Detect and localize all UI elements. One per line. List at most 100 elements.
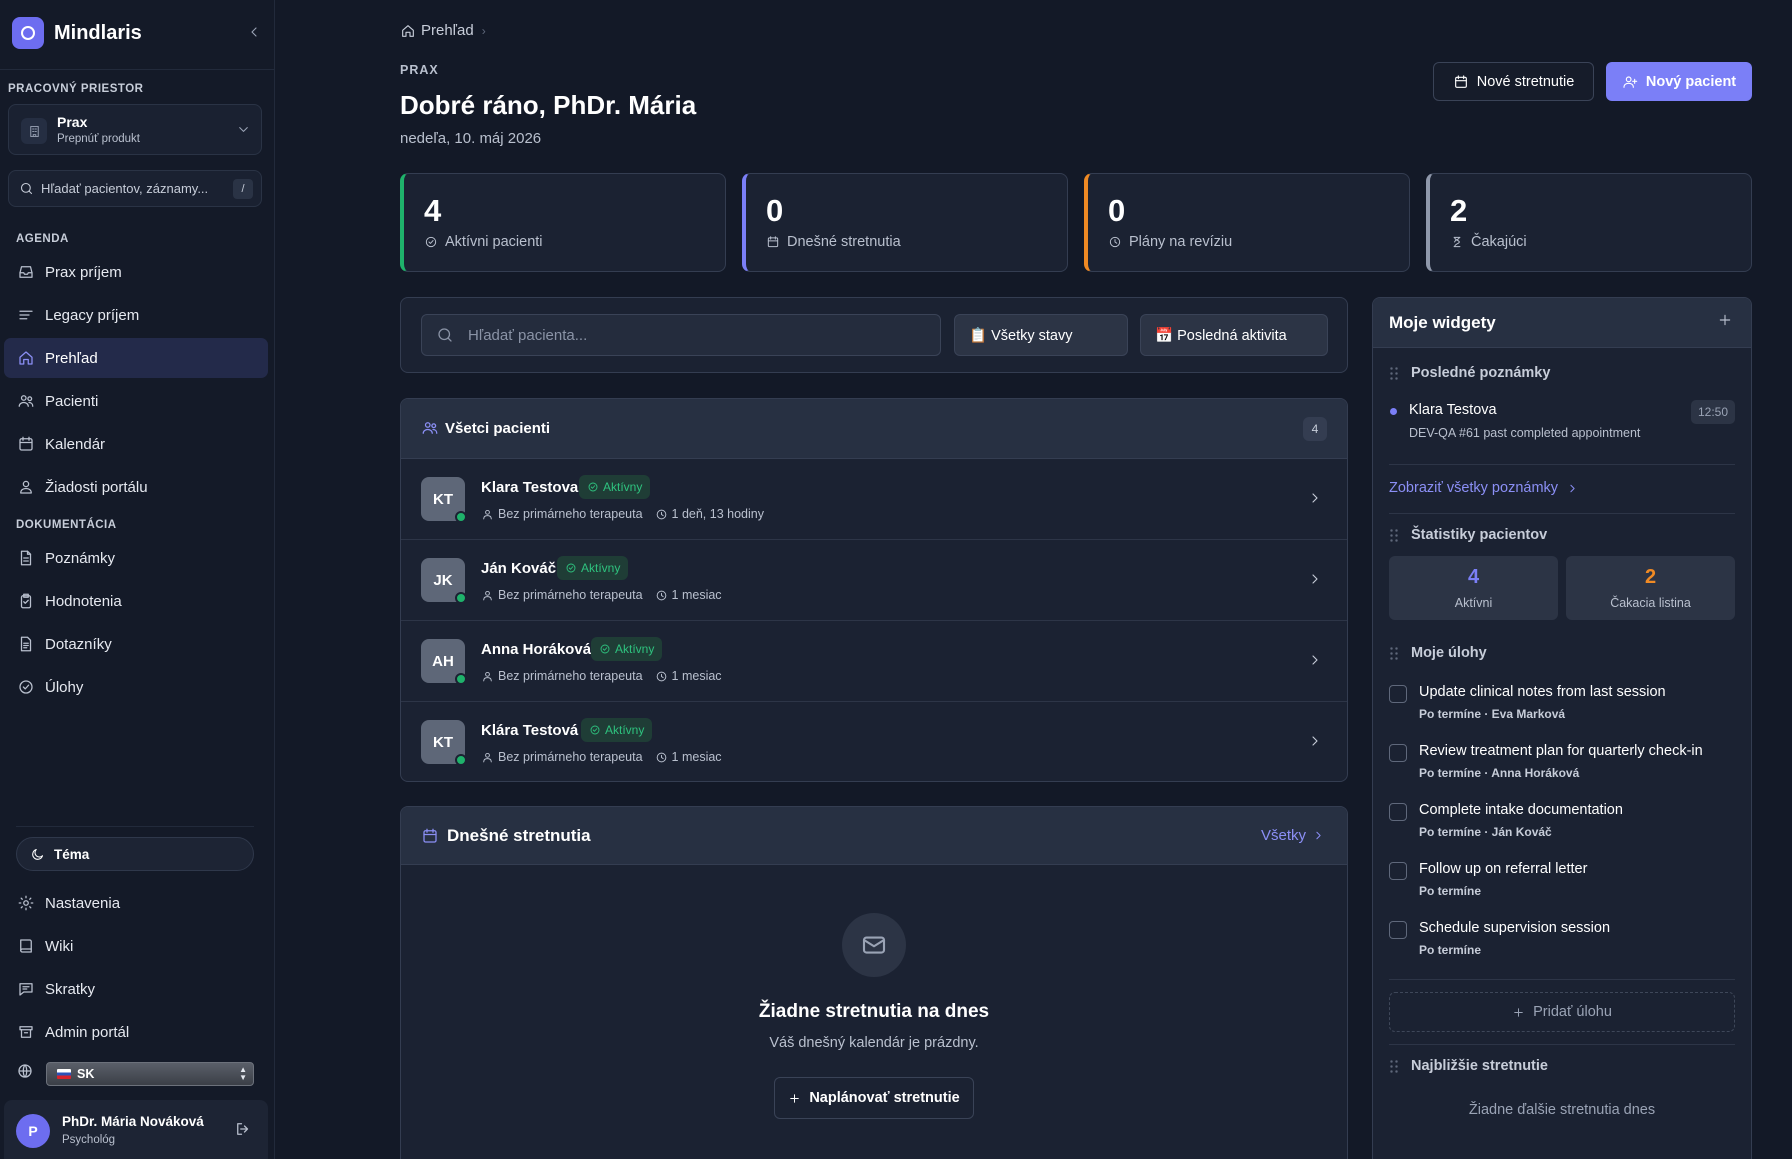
agenda-label: AGENDA bbox=[16, 233, 69, 245]
view-all-link[interactable]: Všetky bbox=[1261, 827, 1325, 844]
sidebar-item-admin-portal[interactable]: Admin portál bbox=[4, 1012, 268, 1052]
patient-row[interactable]: KT Klara Testova Aktívny Bez primárneho … bbox=[401, 459, 1347, 540]
new-meeting-button[interactable]: Nové stretnutie bbox=[1433, 62, 1594, 101]
new-patient-button[interactable]: Nový pacient bbox=[1606, 62, 1752, 101]
sidebar-item-ziadosti-portalu[interactable]: Žiadosti portálu bbox=[4, 467, 268, 507]
stat-label: Dnešné stretnutia bbox=[766, 234, 901, 250]
patient-search-input[interactable]: Hľadať pacienta... bbox=[421, 314, 941, 356]
patient-row[interactable]: AH Anna Horáková Aktívny Bez primárneho … bbox=[401, 621, 1347, 702]
stat-card-active-patients[interactable]: 4 Aktívni pacienti bbox=[400, 173, 726, 272]
schedule-meeting-button[interactable]: Naplánovať stretnutie bbox=[774, 1077, 974, 1119]
view-all-notes-link[interactable]: Zobraziť všetky poznámky bbox=[1389, 480, 1579, 496]
patient-row[interactable]: KT Klára Testová Aktívny Bez primárneho … bbox=[401, 702, 1347, 781]
sidebar-item-pacienti[interactable]: Pacienti bbox=[4, 381, 268, 421]
task-checkbox[interactable] bbox=[1389, 862, 1407, 880]
recent-notes-title: Posledné poznámky bbox=[1389, 365, 1550, 381]
status-badge: Aktívny bbox=[581, 718, 653, 742]
sidebar-item-dotazniky[interactable]: Dotazníky bbox=[4, 624, 268, 664]
add-task-button[interactable]: Pridať úlohu bbox=[1389, 992, 1735, 1032]
add-widget-icon[interactable] bbox=[1717, 312, 1733, 328]
sidebar-item-label: Wiki bbox=[45, 937, 74, 955]
flag-sk-icon bbox=[57, 1069, 71, 1079]
stat-card-today-meetings[interactable]: 0 Dnešné stretnutia bbox=[742, 173, 1068, 272]
breadcrumb-item: Prehľad bbox=[421, 22, 474, 39]
patient-name: Klára Testová bbox=[481, 722, 579, 739]
task-item: Update clinical notes from last session … bbox=[1389, 682, 1735, 732]
chevron-right-icon bbox=[1307, 571, 1323, 587]
sidebar-item-legacy-prijem[interactable]: Legacy príjem bbox=[4, 295, 268, 335]
chevron-down-icon bbox=[236, 122, 251, 137]
chevron-right-icon bbox=[1307, 652, 1323, 668]
widgets-header: Moje widgety bbox=[1373, 298, 1751, 348]
user-card[interactable]: P PhDr. Mária Nováková Psychológ bbox=[4, 1100, 268, 1159]
patient-therapist: Bez primárneho terapeuta bbox=[498, 669, 643, 683]
breadcrumb[interactable]: Prehľad › bbox=[400, 22, 486, 39]
sidebar-item-ulohy[interactable]: Úlohy bbox=[4, 667, 268, 707]
patient-meta: Bez primárneho terapeuta 1 mesiac bbox=[481, 750, 722, 764]
sidebar-item-prax-prijem[interactable]: Prax príjem bbox=[4, 252, 268, 292]
sidebar-item-prehlad[interactable]: Prehľad bbox=[4, 338, 268, 378]
theme-toggle-button[interactable]: Téma bbox=[16, 837, 254, 871]
task-title[interactable]: Schedule supervision session bbox=[1419, 920, 1610, 936]
stat-card-waiting[interactable]: 2 Čakajúci bbox=[1426, 173, 1752, 272]
workspace-switcher[interactable]: Prax Prepnúť produkt bbox=[8, 104, 262, 155]
patient-meta: Bez primárneho terapeuta 1 mesiac bbox=[481, 669, 722, 683]
sidebar-item-wiki[interactable]: Wiki bbox=[4, 926, 268, 966]
task-checkbox[interactable] bbox=[1389, 921, 1407, 939]
patient-therapist: Bez primárneho terapeuta bbox=[498, 507, 643, 521]
online-status-dot bbox=[455, 754, 467, 766]
patient-stat-active: 4 Aktívni bbox=[1389, 556, 1558, 620]
logout-icon[interactable] bbox=[234, 1120, 252, 1138]
stat-label-text: Plány na revíziu bbox=[1129, 234, 1233, 250]
sidebar-item-label: Prehľad bbox=[45, 349, 98, 367]
sidebar-item-label: Dotazníky bbox=[45, 635, 112, 653]
online-status-dot bbox=[455, 592, 467, 604]
task-checkbox[interactable] bbox=[1389, 685, 1407, 703]
patient-therapist: Bez primárneho terapeuta bbox=[498, 588, 643, 602]
message-icon bbox=[19, 983, 33, 996]
status-filter-value: 📋 Všetky stavy bbox=[969, 327, 1073, 344]
schedule-meeting-label: Naplánovať stretnutie bbox=[809, 1090, 960, 1106]
sidebar-item-poznamky[interactable]: Poznámky bbox=[4, 538, 268, 578]
stat-card-plans-review[interactable]: 0 Plány na revíziu bbox=[1084, 173, 1410, 272]
docs-label: DOKUMENTÁCIA bbox=[16, 519, 117, 531]
patient-meta: Bez primárneho terapeuta 1 mesiac bbox=[481, 588, 722, 602]
patient-row[interactable]: JK Ján Kováč Aktívny Bez primárneho tera… bbox=[401, 540, 1347, 621]
sidebar-item-nastavenia[interactable]: Nastavenia bbox=[4, 883, 268, 923]
patient-name: Klara Testova bbox=[481, 479, 579, 496]
sidebar-item-skratky[interactable]: Skratky bbox=[4, 969, 268, 1009]
drag-handle-icon[interactable] bbox=[1389, 1059, 1399, 1073]
status-filter-select[interactable]: 📋 Všetky stavy bbox=[954, 314, 1128, 356]
sidebar-item-label: Poznámky bbox=[45, 549, 116, 567]
task-title[interactable]: Complete intake documentation bbox=[1419, 802, 1623, 818]
sidebar-item-hodnotenia[interactable]: Hodnotenia bbox=[4, 581, 268, 621]
drag-handle-icon[interactable] bbox=[1389, 528, 1399, 542]
task-checkbox[interactable] bbox=[1389, 803, 1407, 821]
mail-icon bbox=[842, 913, 906, 977]
sidebar-item-label: Kalendár bbox=[45, 435, 106, 453]
patient-meta: Bez primárneho terapeuta 1 deň, 13 hodin… bbox=[481, 507, 764, 521]
note-patient-name[interactable]: Klara Testova bbox=[1409, 402, 1497, 418]
plus-icon bbox=[790, 1093, 800, 1103]
sidebar-item-kalendar[interactable]: Kalendár bbox=[4, 424, 268, 464]
language-select[interactable]: SK ▲ ▼ bbox=[46, 1062, 254, 1086]
global-search-placeholder: Hľadať pacientov, záznamy... bbox=[41, 181, 209, 196]
drag-handle-icon[interactable] bbox=[1389, 366, 1399, 380]
search-icon bbox=[20, 182, 33, 195]
section-label: PRAX bbox=[400, 63, 439, 77]
sort-select[interactable]: 📅 Posledná aktivita bbox=[1140, 314, 1328, 356]
task-title[interactable]: Update clinical notes from last session bbox=[1419, 684, 1666, 700]
task-title[interactable]: Follow up on referral letter bbox=[1419, 861, 1587, 877]
empty-state-subtitle: Váš dnešný kalendár je prázdny. bbox=[769, 1035, 979, 1051]
select-arrows-icon: ▲ ▼ bbox=[239, 1065, 247, 1082]
divider bbox=[0, 69, 275, 70]
collapse-sidebar-icon[interactable] bbox=[246, 24, 262, 40]
task-title[interactable]: Review treatment plan for quarterly chec… bbox=[1419, 743, 1703, 759]
global-search[interactable]: Hľadať pacientov, záznamy... / bbox=[8, 170, 262, 207]
check-circle-icon bbox=[590, 725, 600, 735]
avatar: JK bbox=[421, 558, 467, 604]
globe-icon bbox=[16, 1062, 34, 1080]
drag-handle-icon[interactable] bbox=[1389, 646, 1399, 660]
task-checkbox[interactable] bbox=[1389, 744, 1407, 762]
user-icon bbox=[483, 671, 492, 681]
